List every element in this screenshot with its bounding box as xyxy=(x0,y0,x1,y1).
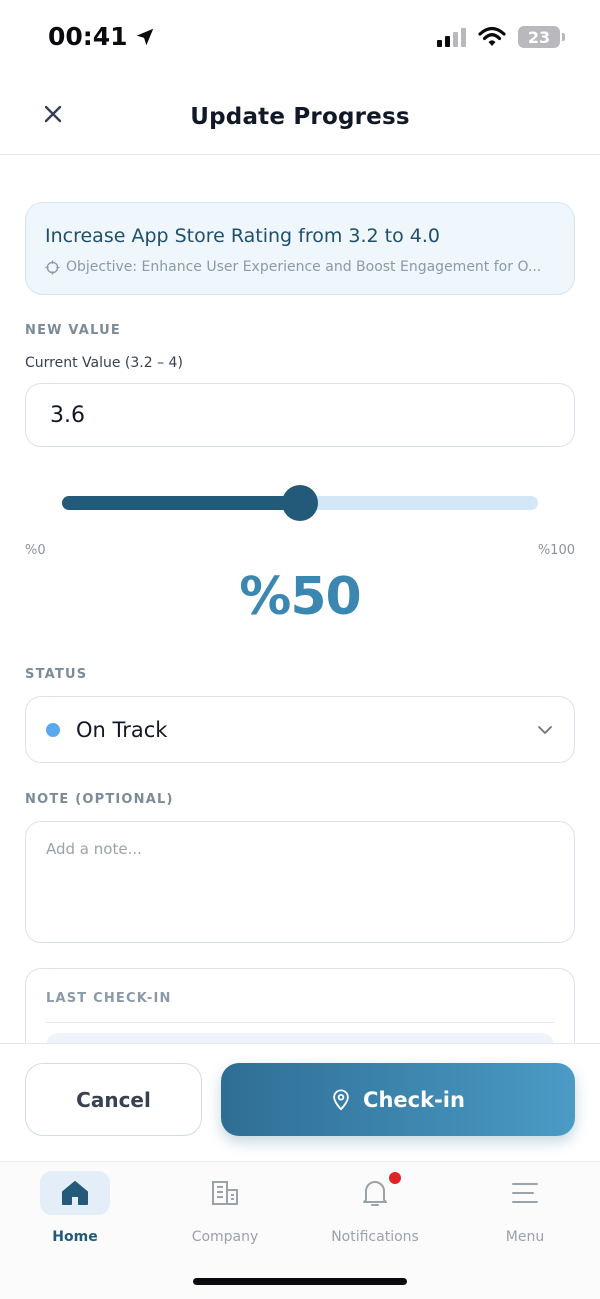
tab-home-icon-bg xyxy=(40,1171,110,1215)
bell-icon xyxy=(363,1181,387,1206)
objective-subtitle: Objective: Enhance User Experience and B… xyxy=(45,259,550,275)
target-icon xyxy=(45,259,60,275)
slider-max-label: %100 xyxy=(537,543,575,558)
tab-company-label: Company xyxy=(191,1229,259,1245)
slider-fill xyxy=(62,496,300,510)
building-icon xyxy=(212,1181,238,1205)
status-label: STATUS xyxy=(25,667,88,682)
objective-card: Increase App Store Rating from 3.2 to 4.… xyxy=(25,202,575,295)
bottom-tab-bar: Home Company Notifications Menu xyxy=(0,1161,600,1299)
divider xyxy=(46,1022,554,1023)
slider-min-label: %0 xyxy=(25,543,46,558)
tab-menu[interactable]: Menu xyxy=(450,1162,600,1252)
home-indicator xyxy=(193,1278,407,1285)
form-content[interactable]: Increase App Store Rating from 3.2 to 4.… xyxy=(0,155,600,1043)
clock-text: 00:41 xyxy=(48,22,128,51)
status-dot xyxy=(46,722,60,737)
note-label: NOTE (OPTIONAL) xyxy=(25,792,174,807)
close-button[interactable] xyxy=(38,99,68,129)
tab-menu-label: Menu xyxy=(505,1229,545,1245)
status-indicators: 23 xyxy=(437,26,565,48)
tab-home-label: Home xyxy=(52,1229,98,1245)
current-value-caption: Current Value (3.2 – 4) xyxy=(25,355,183,371)
slider-thumb[interactable] xyxy=(282,485,318,521)
cancel-button[interactable]: Cancel xyxy=(25,1063,202,1136)
menu-icon xyxy=(512,1183,538,1203)
battery-level: 23 xyxy=(527,27,551,47)
last-checkin-card: LAST CHECK-IN xyxy=(25,968,575,1043)
objective-subtitle-text: Objective: Enhance User Experience and B… xyxy=(66,259,542,275)
status-time: 00:41 xyxy=(48,22,156,51)
home-icon xyxy=(62,1181,88,1205)
battery-icon: 23 xyxy=(518,26,565,48)
status-dropdown[interactable]: On Track xyxy=(25,696,575,763)
note-textarea[interactable] xyxy=(25,821,575,943)
status-selected-value: On Track xyxy=(76,717,168,742)
tab-notifications[interactable]: Notifications xyxy=(300,1162,450,1252)
cellular-signal-icon xyxy=(437,27,466,47)
progress-percent: %50 xyxy=(239,567,361,627)
tab-company[interactable]: Company xyxy=(150,1162,300,1252)
last-checkin-entry xyxy=(46,1033,554,1043)
action-bar: Cancel Check-in xyxy=(0,1043,600,1161)
page-title: Update Progress xyxy=(190,104,410,130)
status-bar: 00:41 23 xyxy=(0,0,600,80)
close-icon xyxy=(44,105,62,123)
wifi-icon xyxy=(478,26,506,46)
chevron-down-icon xyxy=(538,725,552,734)
progress-slider[interactable] xyxy=(62,485,538,521)
tab-home[interactable]: Home xyxy=(0,1162,150,1252)
notification-badge xyxy=(389,1172,401,1184)
header: Update Progress xyxy=(0,80,600,155)
checkin-label: Check-in xyxy=(363,1087,465,1112)
location-arrow-icon xyxy=(136,28,153,45)
location-pin-icon xyxy=(333,1088,349,1110)
checkin-button[interactable]: Check-in xyxy=(221,1063,575,1136)
new-value-label: NEW VALUE xyxy=(25,323,121,338)
tab-notifications-label: Notifications xyxy=(331,1229,419,1245)
key-result-title: Increase App Store Rating from 3.2 to 4.… xyxy=(45,225,441,247)
last-checkin-label: LAST CHECK-IN xyxy=(46,991,172,1006)
new-value-input[interactable] xyxy=(25,383,575,447)
